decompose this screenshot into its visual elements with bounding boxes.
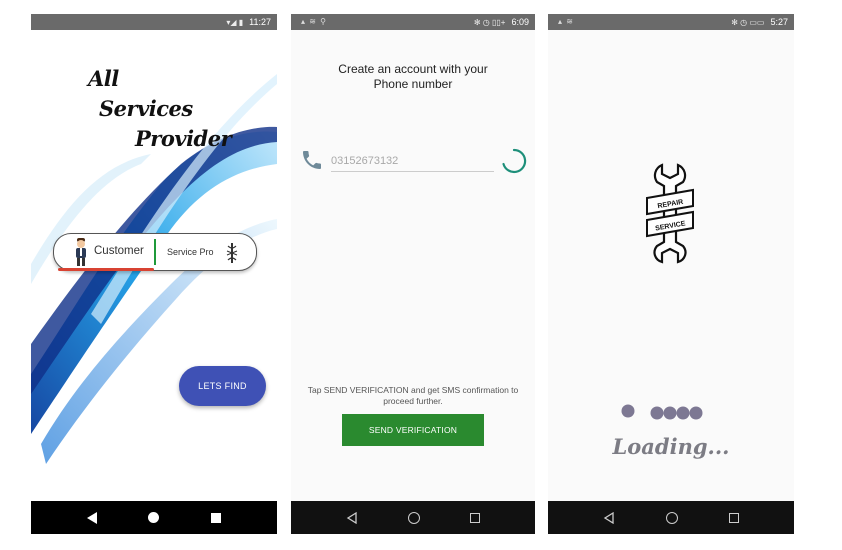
status-bar: ▴ ≋ ✻ ◷ ▭▭ 5:27 (548, 14, 794, 30)
progress-spinner-icon (502, 148, 527, 174)
back-icon[interactable] (86, 511, 97, 524)
heading-line-1: Create an account with your (338, 62, 488, 76)
status-bar: ▾◢ ▮ 11:27 (31, 14, 277, 30)
navigation-bar (291, 501, 535, 534)
signal-wifi-icons: ▴ ≋ (558, 17, 574, 26)
loading-label: Loading... (612, 434, 730, 459)
status-time: 5:27 (770, 17, 788, 27)
navigation-bar (548, 501, 794, 534)
recents-icon[interactable] (728, 512, 739, 523)
signal-wifi-icons: ▴ ≋ ⚲ (301, 17, 328, 26)
lets-find-button[interactable]: LETS FIND (179, 366, 266, 406)
service-wrench-icon (226, 243, 238, 263)
phone-registration-screen: ▴ ≋ ⚲ ✻ ◷ ▯▯+ 6:09 Create an account wit… (291, 14, 535, 534)
recents-icon[interactable] (470, 512, 480, 523)
status-time: 6:09 (511, 17, 529, 27)
page-heading: Create an account with your Phone number (291, 62, 535, 92)
heading-line-2: Phone number (373, 77, 453, 91)
splash-customer-screen: ▾◢ ▮ 11:27 All Services Provider Custome… (31, 14, 277, 534)
status-bar: ▴ ≋ ⚲ ✻ ◷ ▯▯+ 6:09 (291, 14, 535, 30)
user-type-toggle[interactable]: Customer Service Pro (53, 233, 257, 271)
loading-screen: ▴ ≋ ✻ ◷ ▭▭ 5:27 REPAIR SERVICE Loading..… (548, 14, 794, 534)
navigation-bar (31, 501, 277, 534)
back-icon[interactable] (346, 511, 358, 524)
status-icons: ✻ ◷ ▯▯+ (473, 17, 506, 27)
back-icon[interactable] (603, 511, 615, 524)
home-icon[interactable] (665, 511, 678, 524)
customer-option[interactable]: Customer (94, 245, 144, 257)
status-time: 11:27 (249, 17, 271, 27)
app-title-line-1: All (88, 66, 119, 91)
home-icon[interactable] (408, 511, 420, 524)
recents-icon[interactable] (211, 512, 222, 523)
blue-swirl-background (31, 74, 277, 464)
toggle-divider (154, 239, 156, 265)
home-icon[interactable] (148, 512, 160, 523)
repair-service-logo-icon: REPAIR SERVICE (646, 163, 694, 264)
app-title-line-2: Services (99, 96, 193, 121)
signal-battery-icons: ▾◢ ▮ (226, 17, 244, 27)
loading-dots-indicator (621, 404, 703, 420)
selected-underline (58, 268, 154, 271)
status-icons: ✻ ◷ ▭▭ (731, 17, 765, 27)
service-pro-option[interactable]: Service Pro (167, 247, 214, 257)
verification-hint: Tap SEND VERIFICATION and get SMS confir… (307, 385, 519, 406)
phone-number-input[interactable] (331, 151, 494, 172)
customer-avatar-icon (76, 238, 86, 266)
send-verification-button[interactable]: SEND VERIFICATION (342, 414, 484, 446)
app-title-line-3: Provider (135, 126, 232, 151)
phone-icon (303, 151, 321, 169)
